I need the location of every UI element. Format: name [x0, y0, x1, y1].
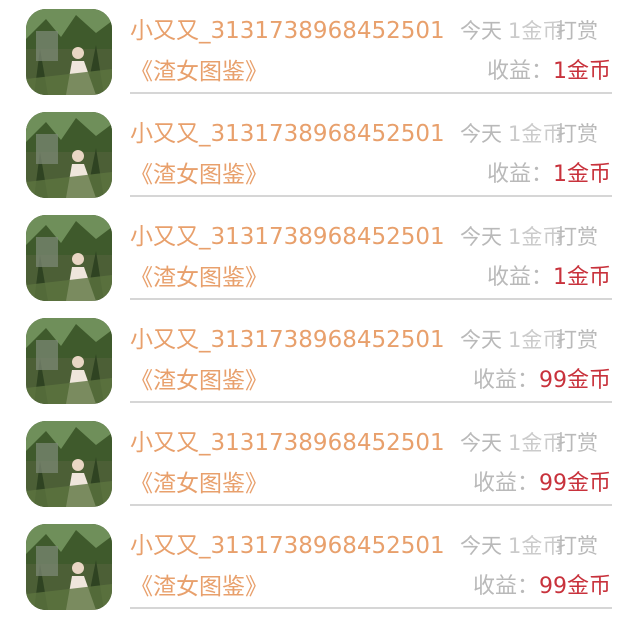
avatar-photo-icon	[26, 524, 112, 610]
divider	[130, 298, 612, 300]
earnings-label: 收益：	[472, 368, 539, 393]
avatar-photo-icon	[26, 318, 112, 404]
reward-record-list: 小又又_3131738968452501 今天 1金币 打赏 《渣女图鉴》 收益…	[0, 0, 640, 610]
user-name[interactable]: 小又又_3131738968452501	[130, 120, 445, 148]
earnings-label: 收益：	[472, 574, 539, 599]
earnings: 收益：99金币	[473, 470, 611, 498]
user-name[interactable]: 小又又_3131738968452501	[130, 532, 445, 560]
divider	[130, 195, 612, 197]
reward-time: 今天	[460, 328, 502, 352]
earnings-value: 1金币	[553, 265, 611, 290]
list-item[interactable]: 小又又_3131738968452501 今天 1金币 打赏 《渣女图鉴》 收益…	[0, 206, 640, 309]
user-name[interactable]: 小又又_3131738968452501	[130, 429, 445, 457]
divider	[130, 92, 612, 94]
list-item[interactable]: 小又又_3131738968452501 今天 1金币 打赏 《渣女图鉴》 收益…	[0, 412, 640, 515]
earnings-value: 99金币	[539, 471, 611, 496]
earnings: 收益：1金币	[487, 58, 611, 86]
book-title[interactable]: 《渣女图鉴》	[130, 58, 268, 86]
reward-time: 今天	[460, 225, 502, 249]
reward-time: 今天	[460, 19, 502, 43]
book-title[interactable]: 《渣女图鉴》	[130, 367, 268, 395]
earnings-value: 99金币	[539, 368, 611, 393]
list-item[interactable]: 小又又_3131738968452501 今天 1金币 打赏 《渣女图鉴》 收益…	[0, 103, 640, 206]
reward-time: 今天	[460, 534, 502, 558]
earnings-value: 1金币	[553, 162, 611, 187]
avatar[interactable]	[26, 112, 112, 198]
user-name[interactable]: 小又又_3131738968452501	[130, 223, 445, 251]
list-item[interactable]: 小又又_3131738968452501 今天 1金币 打赏 《渣女图鉴》 收益…	[0, 309, 640, 412]
earnings: 收益：1金币	[487, 264, 611, 292]
avatar-photo-icon	[26, 215, 112, 301]
avatar[interactable]	[26, 9, 112, 95]
earnings-value: 1金币	[553, 59, 611, 84]
avatar[interactable]	[26, 524, 112, 610]
avatar-photo-icon	[26, 112, 112, 198]
reward-action-label: 打赏	[556, 534, 598, 558]
reward-action-label: 打赏	[556, 122, 598, 146]
reward-time: 今天	[460, 431, 502, 455]
earnings-label: 收益：	[486, 59, 553, 84]
reward-time: 今天	[460, 122, 502, 146]
earnings: 收益：1金币	[487, 161, 611, 189]
user-name[interactable]: 小又又_3131738968452501	[130, 17, 445, 45]
user-name[interactable]: 小又又_3131738968452501	[130, 326, 445, 354]
earnings: 收益：99金币	[473, 573, 611, 601]
earnings-label: 收益：	[472, 471, 539, 496]
earnings: 收益：99金币	[473, 367, 611, 395]
divider	[130, 504, 612, 506]
earnings-value: 99金币	[539, 574, 611, 599]
list-item[interactable]: 小又又_3131738968452501 今天 1金币 打赏 《渣女图鉴》 收益…	[0, 515, 640, 618]
book-title[interactable]: 《渣女图鉴》	[130, 573, 268, 601]
avatar[interactable]	[26, 318, 112, 404]
reward-action-label: 打赏	[556, 225, 598, 249]
book-title[interactable]: 《渣女图鉴》	[130, 264, 268, 292]
reward-action-label: 打赏	[556, 431, 598, 455]
earnings-label: 收益：	[486, 162, 553, 187]
reward-action-label: 打赏	[556, 328, 598, 352]
avatar[interactable]	[26, 215, 112, 301]
avatar-photo-icon	[26, 421, 112, 507]
earnings-label: 收益：	[486, 265, 553, 290]
avatar[interactable]	[26, 421, 112, 507]
list-item[interactable]: 小又又_3131738968452501 今天 1金币 打赏 《渣女图鉴》 收益…	[0, 0, 640, 103]
avatar-photo-icon	[26, 9, 112, 95]
book-title[interactable]: 《渣女图鉴》	[130, 470, 268, 498]
reward-action-label: 打赏	[556, 19, 598, 43]
divider	[130, 401, 612, 403]
book-title[interactable]: 《渣女图鉴》	[130, 161, 268, 189]
